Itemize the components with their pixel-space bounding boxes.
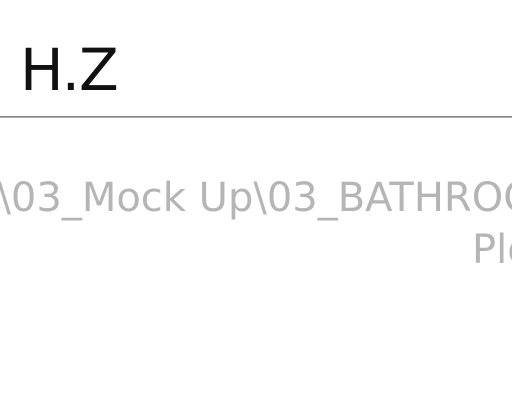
- file-path-line: 0\03_Mock Up\03_BATHROO: [0, 175, 512, 221]
- header-divider: [0, 116, 512, 118]
- cropped-label-line: Plo: [0, 227, 512, 273]
- file-path-text: 0\03_Mock Up\03_BATHROO: [0, 175, 512, 221]
- cropped-label-text: Plo: [472, 227, 512, 273]
- page-title: H.Z: [20, 36, 119, 104]
- document-page: H.Z 0\03_Mock Up\03_BATHROO Plo: [0, 0, 512, 404]
